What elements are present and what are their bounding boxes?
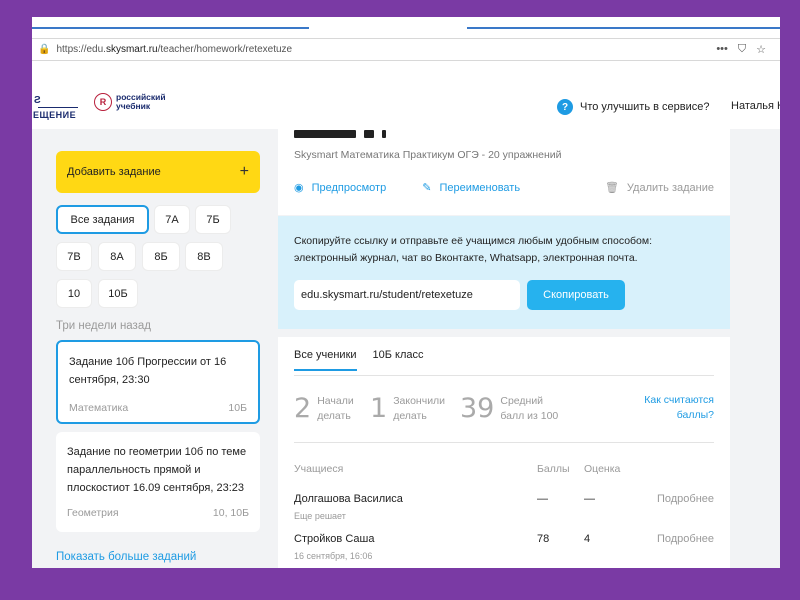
task-card-meta: Геометрия 10, 10Б <box>67 507 249 519</box>
task-actions: ◉ Предпросмотр ✎ Переименовать 🗑 Удалить… <box>294 181 714 195</box>
student-score: — <box>537 493 548 505</box>
more-icon[interactable]: ••• <box>716 43 728 56</box>
kpi-started: 2 Начали делать <box>294 393 354 424</box>
task-card-class: 10, 10Б <box>212 507 249 519</box>
delete-button[interactable]: 🗑 Удалить задание <box>604 181 714 195</box>
delete-label: Удалить задание <box>626 181 714 194</box>
task-card-title: Задание по геометрии 10б по теме паралле… <box>67 446 247 494</box>
browser-tools: ••• ⛉ ☆ <box>716 43 766 56</box>
filter-class-7v[interactable]: 7В <box>56 242 92 271</box>
kpi-finished: 1 Закончили делать <box>370 393 445 424</box>
rename-button[interactable]: ✎ Переименовать <box>422 181 521 195</box>
details-link[interactable]: Подробнее <box>657 493 714 505</box>
section-label-three-weeks: Три недели назад <box>56 320 151 332</box>
prosveshchenie-logo[interactable]: Ƨ ЕЩЕНИЕ <box>32 93 80 121</box>
task-card-subject: Геометрия <box>67 507 119 519</box>
task-card-meta: Математика 10Б <box>69 402 247 414</box>
user-name[interactable]: Наталья Н <box>731 100 780 112</box>
task-card-title: Задание 10б Прогрессии от 16 сентября, 2… <box>69 356 227 386</box>
filter-class-10b[interactable]: 10Б <box>98 279 138 308</box>
ru-logo-icon: R <box>94 93 112 111</box>
question-icon: ? <box>557 99 573 115</box>
student-name: Стройков Саша <box>294 533 375 545</box>
eye-icon: ◉ <box>294 182 304 194</box>
tab-all-students[interactable]: Все ученики <box>294 349 357 371</box>
filter-class-8v[interactable]: 8В <box>185 242 223 271</box>
filter-class-10[interactable]: 10 <box>56 279 92 308</box>
table-row: Стройков Саша 16 сентября, 16:06 78 4 По… <box>294 533 714 568</box>
improve-service-text: Что улучшить в сервисе? <box>580 101 710 113</box>
finished-count: 1 <box>370 393 388 424</box>
student-score: 78 <box>537 533 550 545</box>
bookmark-star-icon[interactable]: ☆ <box>756 43 766 56</box>
task-subtitle: Skysmart Математика Практикум ОГЭ - 20 у… <box>294 149 562 161</box>
plus-icon: + <box>239 163 249 180</box>
trash-icon: 🗑 <box>604 182 619 194</box>
add-task-label: Добавить задание <box>67 166 161 178</box>
lock-icon: 🔒 <box>38 44 51 55</box>
filter-class-7b[interactable]: 7Б <box>195 205 231 234</box>
ru-logo-text: российский учебник <box>116 92 166 111</box>
student-grade: 4 <box>584 533 591 545</box>
student-status: 16 сентября, 16:06 <box>294 551 373 561</box>
logo-underline <box>38 107 78 108</box>
details-link[interactable]: Подробнее <box>657 533 714 545</box>
student-name: Долгашова Василиса <box>294 493 403 505</box>
kpi-average-score: 39 Средний балл из 100 <box>460 393 558 424</box>
tab-class-10b[interactable]: 10Б класс <box>373 349 424 371</box>
average-score-label: Средний балл из 100 <box>500 394 559 422</box>
task-header-card: Skysmart Математика Практикум ОГЭ - 20 у… <box>278 129 730 215</box>
filter-class-7a[interactable]: 7А <box>154 205 190 234</box>
results-tabs: Все ученики 10Б класс <box>294 349 440 371</box>
column-header-student: Учащиеся <box>294 463 344 475</box>
tab-strip-lines <box>32 27 780 31</box>
task-card-class: 10Б <box>228 402 247 414</box>
share-instructions: Скопируйте ссылку и отправьте её учащимс… <box>294 235 653 264</box>
prosveshchenie-mark-icon: Ƨ <box>34 95 41 106</box>
column-header-score: Баллы <box>537 463 570 475</box>
tab-line-right <box>467 27 780 29</box>
address-bar[interactable]: 🔒 https://edu.skysmart.ru/teacher/homewo… <box>32 38 780 61</box>
show-more-tasks-link[interactable]: Показать больше заданий <box>56 551 196 563</box>
task-card[interactable]: Задание по геометрии 10б по теме паралле… <box>56 432 260 532</box>
filter-class-8b[interactable]: 8Б <box>142 242 180 271</box>
url-text[interactable]: https://edu.skysmart.ru/teacher/homework… <box>56 44 716 55</box>
preview-label: Предпросмотр <box>311 181 387 194</box>
pocket-icon[interactable]: ⛉ <box>738 43 746 56</box>
site-header: Ƨ ЕЩЕНИЕ R российский учебник ? Что улуч… <box>32 87 780 127</box>
rossiyskiy-uchebnik-logo[interactable]: R российский учебник <box>94 93 166 111</box>
finished-label: Закончили делать <box>393 394 446 422</box>
results-panel: Все ученики 10Б класс 2 Начали делать 1 З… <box>278 337 730 568</box>
prosveshchenie-logo-text: ЕЩЕНИЕ <box>33 110 77 120</box>
started-label: Начали делать <box>317 394 354 422</box>
add-task-button[interactable]: Добавить задание + <box>56 151 260 193</box>
rename-label: Переименовать <box>439 181 521 194</box>
table-row: Долгашова Василиса Еще решает — — Подроб… <box>294 493 714 529</box>
tabs-divider <box>294 375 714 376</box>
task-card-subject: Математика <box>69 402 129 414</box>
kpi-divider <box>294 442 714 443</box>
filter-all-tasks[interactable]: Все задания <box>56 205 149 234</box>
copy-button[interactable]: Скопировать <box>527 280 625 310</box>
share-link-panel: Скопируйте ссылку и отправьте её учащимс… <box>278 216 730 329</box>
pencil-icon: ✎ <box>422 182 432 194</box>
preview-button[interactable]: ◉ Предпросмотр <box>294 181 387 195</box>
student-link-field[interactable]: edu.skysmart.ru/student/retexetuze <box>294 280 520 310</box>
how-scores-link[interactable]: Как считаются баллы? <box>608 393 714 423</box>
student-grade: — <box>584 493 595 505</box>
column-header-grade: Оценка <box>584 463 621 475</box>
improve-service-link[interactable]: ? Что улучшить в сервисе? <box>557 99 709 115</box>
task-card[interactable]: Задание 10б Прогрессии от 16 сентября, 2… <box>56 340 260 424</box>
average-score: 39 <box>460 393 495 424</box>
student-status: Еще решает <box>294 511 346 521</box>
slide-frame: 🔒 https://edu.skysmart.ru/teacher/homewo… <box>32 17 780 568</box>
filter-class-8a[interactable]: 8А <box>98 242 136 271</box>
started-count: 2 <box>294 393 312 424</box>
tab-line-left <box>32 27 309 29</box>
task-title-cropped <box>294 125 424 138</box>
